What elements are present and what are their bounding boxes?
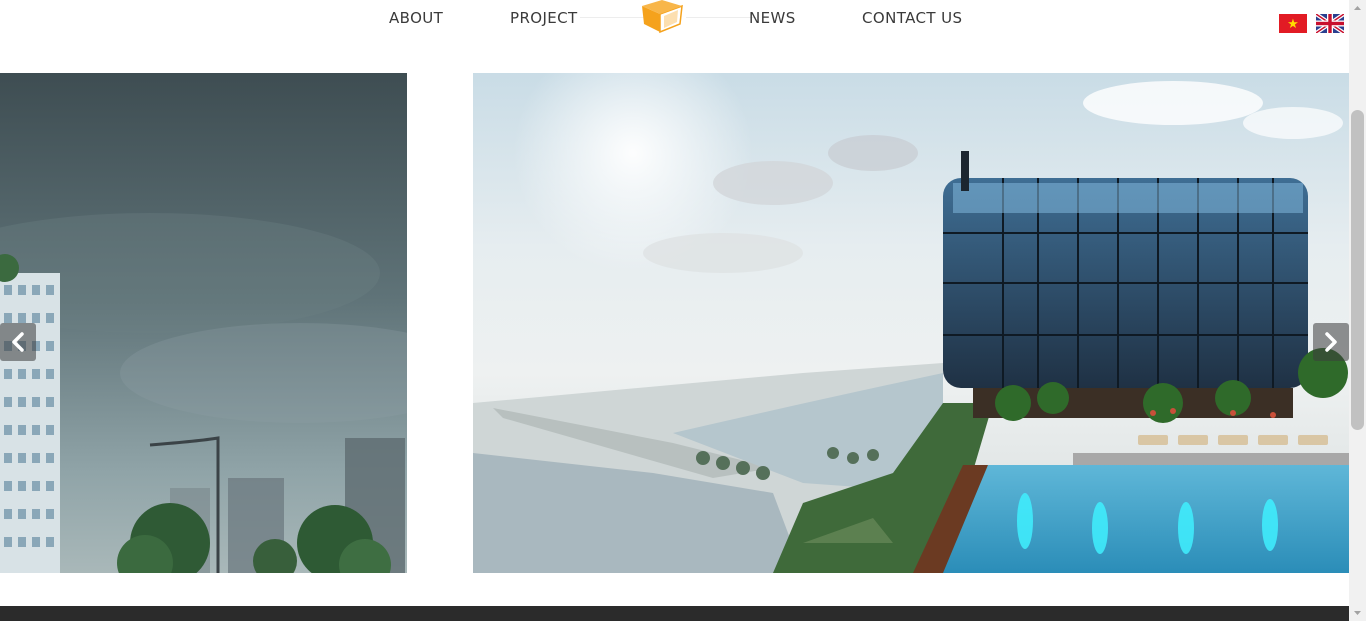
- nav-link-about[interactable]: ABOUT: [389, 9, 443, 27]
- logo-divider-right: [686, 17, 756, 18]
- chevron-right-icon: [1325, 332, 1337, 352]
- uk-flag-icon[interactable]: [1316, 14, 1344, 33]
- slide-tower-image[interactable]: [0, 73, 407, 573]
- nav-link-project[interactable]: PROJECT: [510, 9, 578, 27]
- nav-link-contact[interactable]: CONTACT US: [862, 9, 962, 27]
- scroll-up-button[interactable]: [1349, 0, 1366, 17]
- scroll-thumb[interactable]: [1351, 110, 1364, 430]
- vietnam-flag-icon[interactable]: ★: [1279, 14, 1307, 33]
- slide-rooftop-pool-image[interactable]: [473, 73, 1349, 573]
- scroll-down-button[interactable]: [1349, 604, 1366, 621]
- nav-link-news[interactable]: NEWS: [749, 9, 796, 27]
- footer: [0, 606, 1349, 621]
- chevron-left-icon: [12, 332, 24, 352]
- slider-next-button[interactable]: [1313, 323, 1349, 361]
- box-logo-icon[interactable]: [640, 0, 686, 34]
- page-scrollbar[interactable]: [1349, 0, 1366, 621]
- slider-prev-button[interactable]: [0, 323, 36, 361]
- top-navigation: ABOUT PROJECT NEWS CONTACT US ★: [0, 0, 1349, 73]
